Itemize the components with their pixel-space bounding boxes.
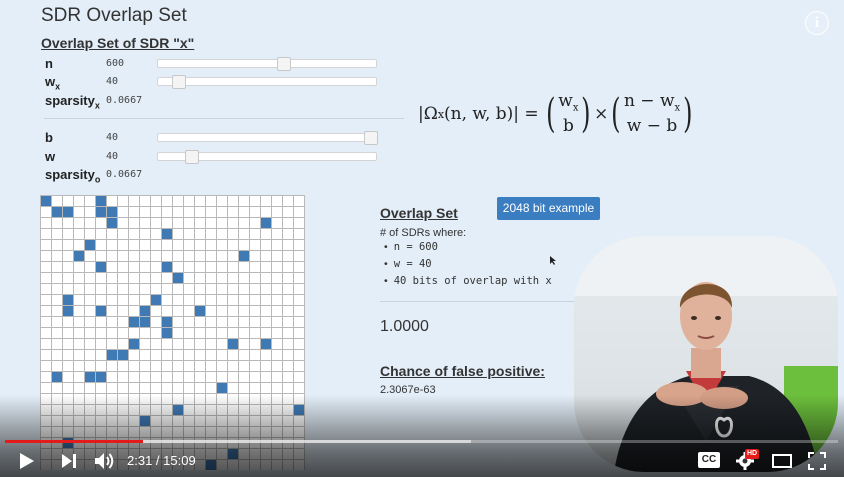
- fullscreen-icon[interactable]: [808, 452, 826, 470]
- wx-slider[interactable]: [157, 75, 377, 89]
- mouse-cursor-icon: [550, 256, 556, 265]
- param-w-value: 40: [106, 151, 119, 162]
- active-bit-cell: [107, 218, 117, 228]
- conditions-list: n = 600 w = 40 40 bits of overlap with x: [384, 241, 552, 292]
- overlap-formula: |Ω x (n, w, b)| = ( wx b ) × ( n − wx w − b …: [418, 91, 693, 138]
- active-bit-cell: [217, 383, 227, 393]
- param-n-value: 600: [106, 58, 125, 69]
- active-bit-cell: [63, 207, 73, 217]
- param-n-label: n: [45, 56, 53, 71]
- progress-played: [5, 440, 143, 443]
- active-bit-cell: [162, 317, 172, 327]
- example-2048-button[interactable]: 2048 bit example: [497, 197, 600, 220]
- current-time: 2:31: [127, 453, 153, 468]
- active-bit-cell: [85, 372, 95, 382]
- active-bit-cell: [173, 273, 183, 283]
- captions-button[interactable]: CC: [698, 452, 720, 468]
- active-bit-cell: [129, 317, 139, 327]
- duration: 15:09: [163, 453, 196, 468]
- n-slider-thumb[interactable]: [277, 57, 291, 71]
- active-bit-cell: [96, 372, 106, 382]
- volume-icon[interactable]: [94, 452, 116, 470]
- n-slider[interactable]: [157, 57, 377, 71]
- active-bit-cell: [129, 339, 139, 349]
- active-bit-cell: [261, 339, 271, 349]
- active-bit-cell: [118, 350, 128, 360]
- active-bit-cell: [96, 262, 106, 272]
- active-bit-cell: [162, 328, 172, 338]
- page-title: SDR Overlap Set: [41, 5, 187, 26]
- active-bit-cell: [261, 218, 271, 228]
- active-bit-cell: [63, 306, 73, 316]
- active-bit-cell: [162, 262, 172, 272]
- overlap-set-title: Overlap Set: [380, 205, 458, 221]
- condition-item: 40 bits of overlap with x: [384, 275, 552, 292]
- active-bit-cell: [74, 251, 84, 261]
- active-bit-cell: [52, 207, 62, 217]
- wx-slider-thumb[interactable]: [172, 75, 186, 89]
- param-sparsity-o-label: sparsityo: [45, 167, 101, 185]
- divider: [380, 301, 580, 302]
- active-bit-cell: [63, 295, 73, 305]
- active-bit-cell: [96, 196, 106, 206]
- param-sparsity-x-label: sparsityx: [45, 93, 100, 111]
- overlap-result: 1.0000: [380, 318, 429, 335]
- active-bit-cell: [52, 372, 62, 382]
- active-bit-cell: [41, 196, 51, 206]
- next-icon[interactable]: [61, 453, 77, 469]
- param-sparsity-o-value: 0.0667: [106, 169, 143, 180]
- divider: [44, 118, 404, 119]
- active-bit-cell: [195, 306, 205, 316]
- active-bit-cell: [239, 251, 249, 261]
- hd-badge: HD: [745, 449, 760, 459]
- active-bit-cell: [162, 229, 172, 239]
- info-icon[interactable]: i: [805, 11, 829, 35]
- w-slider[interactable]: [157, 150, 377, 164]
- active-bit-cell: [140, 317, 150, 327]
- active-bit-cell: [96, 207, 106, 217]
- theater-mode-icon[interactable]: [772, 454, 792, 468]
- active-bit-cell: [85, 240, 95, 250]
- false-positive-title: Chance of false positive:: [380, 363, 545, 379]
- param-wx-value: 40: [106, 76, 119, 87]
- sdr-where-label: # of SDRs where:: [380, 227, 467, 239]
- overlap-set-subheading: Overlap Set of SDR "x": [41, 35, 195, 51]
- time-display: 2:31 / 15:09: [127, 453, 196, 468]
- b-slider-thumb[interactable]: [364, 131, 378, 145]
- condition-item: w = 40: [384, 258, 552, 275]
- param-w-label: w: [45, 149, 56, 164]
- param-wx-label: wx: [45, 74, 61, 92]
- param-b-label: b: [45, 130, 53, 145]
- b-slider[interactable]: [157, 131, 378, 145]
- param-b-value: 40: [106, 132, 119, 143]
- active-bit-cell: [96, 306, 106, 316]
- active-bit-cell: [107, 207, 117, 217]
- w-slider-thumb[interactable]: [185, 150, 199, 164]
- param-sparsity-x-value: 0.0667: [106, 95, 143, 106]
- active-bit-cell: [228, 339, 238, 349]
- play-icon[interactable]: [19, 452, 35, 470]
- condition-item: n = 600: [384, 241, 552, 258]
- active-bit-cell: [107, 350, 117, 360]
- active-bit-cell: [140, 306, 150, 316]
- active-bit-cell: [151, 295, 161, 305]
